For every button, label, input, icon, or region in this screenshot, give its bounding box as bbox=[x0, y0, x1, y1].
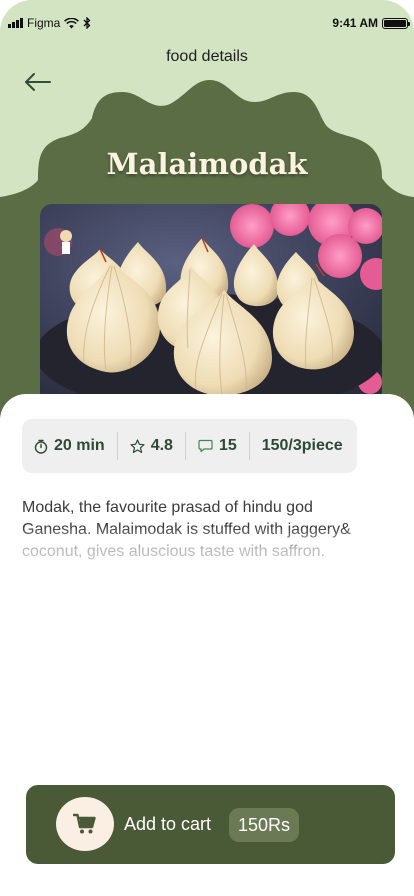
status-right: 9:41 AM bbox=[332, 16, 410, 30]
stat-rating: 4.8 bbox=[116, 432, 185, 460]
back-button[interactable] bbox=[20, 68, 56, 96]
carrier-label: Figma bbox=[27, 16, 61, 30]
page-title: food details bbox=[166, 48, 248, 65]
stat-comments-value: 15 bbox=[218, 437, 237, 454]
food-name: Malaimodak bbox=[106, 147, 308, 181]
status-left: Figma bbox=[8, 16, 91, 30]
arrow-left-icon bbox=[25, 73, 51, 91]
wifi-icon bbox=[64, 17, 80, 28]
bluetooth-icon bbox=[83, 17, 91, 29]
signal-icon bbox=[8, 18, 23, 28]
food-description: Modak, the favourite prasad of hindu god… bbox=[22, 499, 351, 560]
add-to-cart-label: Add to cart bbox=[124, 814, 212, 834]
status-bar: Figma 9:41 AM bbox=[0, 12, 414, 38]
star-icon bbox=[130, 438, 145, 453]
food-image bbox=[40, 204, 382, 404]
cart-icon bbox=[73, 813, 96, 834]
battery-icon bbox=[382, 17, 410, 29]
stat-price-value: 150/3piece bbox=[261, 437, 343, 454]
add-to-cart-button[interactable]: Add to cart 150Rs bbox=[26, 785, 395, 864]
stat-time-value: 20 min bbox=[54, 437, 105, 454]
stat-time: 20 min bbox=[22, 432, 117, 460]
stat-rating-value: 4.8 bbox=[150, 437, 173, 454]
battery-level bbox=[384, 19, 406, 27]
stats-bar: 20 min 4.8 15 150/3piece bbox=[22, 419, 357, 473]
timer-icon bbox=[34, 439, 48, 454]
stat-comments[interactable]: 15 bbox=[184, 432, 249, 460]
status-time: 9:41 AM bbox=[332, 16, 378, 30]
phone-screen: Figma 9:41 AM food details Malaimodak 20… bbox=[0, 0, 414, 896]
cart-icon-circle bbox=[56, 797, 114, 851]
comment-icon bbox=[198, 439, 213, 453]
stat-price-per-piece: 150/3piece bbox=[248, 432, 355, 460]
modak-illustration bbox=[40, 204, 382, 404]
price-badge: 150Rs bbox=[229, 808, 300, 842]
